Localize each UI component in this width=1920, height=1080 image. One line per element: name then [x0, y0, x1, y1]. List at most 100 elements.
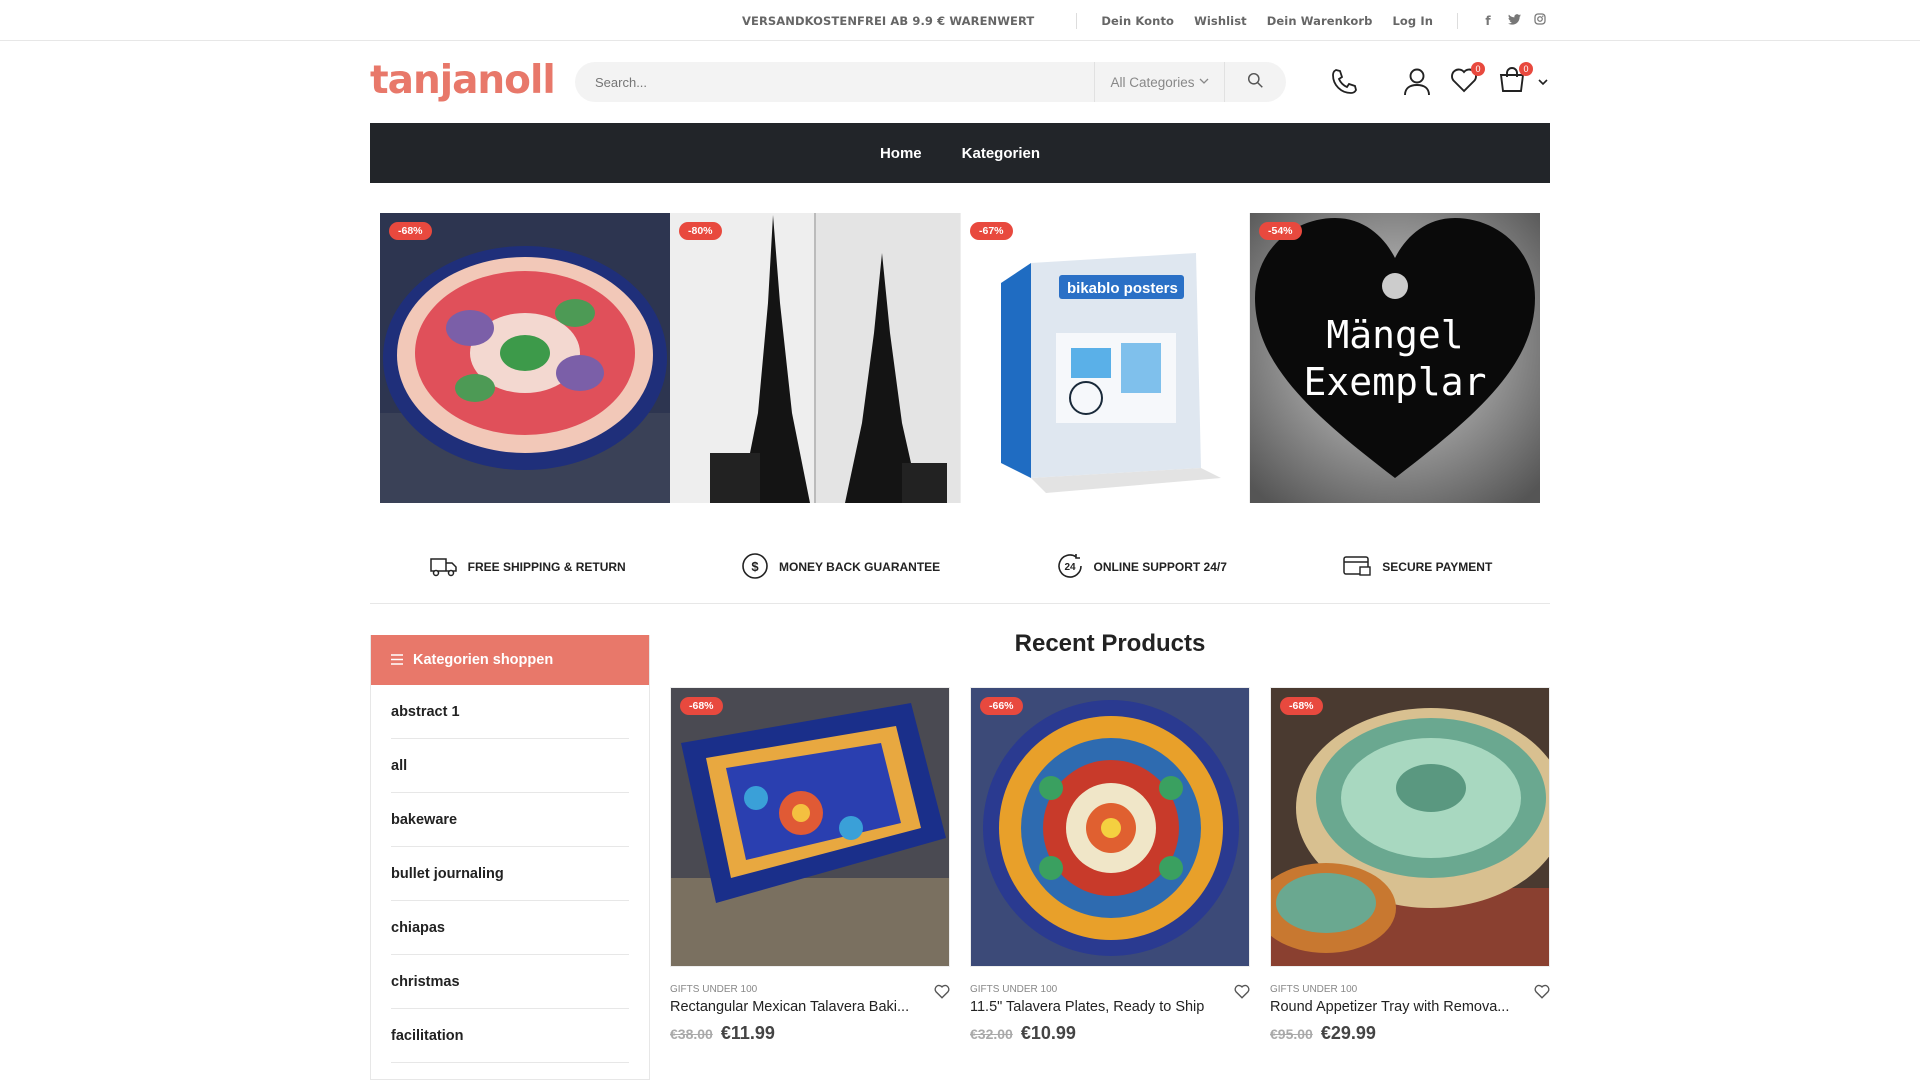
login-link[interactable]: Log In — [1392, 14, 1433, 28]
talavera-tray-image — [380, 213, 670, 503]
top-bar: VERSANDKOSTENFREI AB 9.9 € WARENWERT Dei… — [0, 0, 1920, 41]
discount-badge: -66% — [980, 697, 1023, 715]
sidebar-header[interactable]: Kategorien shoppen — [371, 635, 649, 685]
old-price: €38.00 — [670, 1026, 713, 1042]
product-image[interactable]: -66% — [970, 687, 1250, 967]
tower-print-image — [670, 213, 960, 503]
nav-item-home[interactable]: Home — [880, 145, 922, 162]
promo-banners: -68% -80% -67% bikablo posters -54% Mäng… — [380, 213, 1541, 503]
search-input[interactable] — [575, 62, 1094, 102]
divider — [1457, 12, 1458, 29]
feature-label: FREE SHIPPING & RETURN — [467, 560, 626, 574]
product-prices: €38.00 €11.99 — [670, 1023, 950, 1044]
support-24-icon: 24 — [1056, 552, 1084, 583]
product-card: -66% GIFTS UNDER 100 11.5" Talavera Plat… — [970, 687, 1250, 1044]
site-logo[interactable]: tanjanoll — [370, 58, 556, 103]
product-image[interactable]: -68% — [670, 687, 950, 967]
feature-label: SECURE PAYMENT — [1382, 560, 1493, 574]
discount-badge: -67% — [970, 222, 1013, 240]
price: €29.99 — [1320, 1023, 1376, 1043]
user-icon[interactable] — [1401, 64, 1433, 100]
feature-payment: SECURE PAYMENT — [1342, 554, 1492, 581]
sidebar-item-all[interactable]: all — [391, 739, 629, 793]
bikablo-brand-text: bikablo posters — [1067, 280, 1178, 297]
truck-icon — [428, 555, 458, 580]
category-sidebar: Kategorien shoppen abstract 1 all bakewa… — [370, 635, 650, 1080]
cart-count-badge: 0 — [1519, 62, 1533, 76]
features-bar: FREE SHIPPING & RETURN $ MONEY BACK GUAR… — [370, 548, 1550, 586]
sidebar-item-abstract-1[interactable]: abstract 1 — [391, 685, 629, 739]
section-title: Recent Products — [1014, 630, 1206, 657]
product-name[interactable]: Rectangular Mexican Talavera Baki... — [670, 999, 920, 1015]
sidebar-item-christmas[interactable]: christmas — [391, 955, 629, 1009]
banner-talavera-tray[interactable]: -68% — [380, 213, 670, 503]
search-bar: All Categories — [575, 62, 1286, 102]
heart-icon[interactable] — [1234, 984, 1250, 1003]
product-image[interactable]: -68% — [1270, 687, 1550, 967]
appetizer-tray-image — [1271, 688, 1549, 966]
feature-label: ONLINE SUPPORT 24/7 — [1093, 560, 1227, 574]
old-price: €32.00 — [970, 1026, 1013, 1042]
category-select-label: All Categories — [1110, 74, 1195, 90]
main-nav: Home Kategorien — [370, 123, 1550, 183]
product-card: -68% GIFTS UNDER 100 Round Appetizer Tra… — [1270, 687, 1550, 1044]
divider — [370, 603, 1550, 604]
banner-tower-print[interactable]: -80% — [670, 213, 960, 503]
cart-link[interactable]: Dein Warenkorb — [1267, 14, 1373, 28]
cart-button[interactable]: 0 — [1497, 62, 1533, 100]
heart-tag-image: Mängel Exemplar — [1250, 213, 1540, 503]
account-link[interactable]: Dein Konto — [1101, 14, 1174, 28]
bikablo-box-image: bikablo posters — [961, 213, 1249, 503]
wishlist-link[interactable]: Wishlist — [1194, 14, 1247, 28]
price: €10.99 — [1020, 1023, 1076, 1043]
feature-shipping: FREE SHIPPING & RETURN — [428, 555, 626, 580]
phone-icon[interactable] — [1328, 64, 1360, 100]
banner-bikablo-posters[interactable]: -67% bikablo posters — [960, 213, 1250, 503]
svg-text:24: 24 — [1064, 562, 1076, 573]
chevron-down-icon — [1199, 77, 1209, 88]
divider — [1076, 12, 1078, 29]
discount-badge: -80% — [679, 222, 722, 240]
discount-badge: -68% — [389, 222, 432, 240]
dollar-circle-icon: $ — [741, 552, 769, 583]
sidebar-item-bullet-journaling[interactable]: bullet journaling — [391, 847, 629, 901]
feature-money-back: $ MONEY BACK GUARANTEE — [741, 552, 940, 583]
facebook-icon[interactable]: f — [1478, 14, 1498, 28]
sidebar-item-bakeware[interactable]: bakeware — [391, 793, 629, 847]
product-category[interactable]: GIFTS UNDER 100 — [970, 984, 1250, 995]
discount-badge: -54% — [1259, 222, 1302, 240]
search-button[interactable] — [1224, 62, 1286, 102]
product-category[interactable]: GIFTS UNDER 100 — [1270, 984, 1550, 995]
menu-bars-icon — [391, 652, 403, 668]
maengel-text: Mängel — [1326, 313, 1463, 357]
banner-maengel-exemplar[interactable]: -54% Mängel Exemplar — [1250, 213, 1540, 503]
heart-icon[interactable] — [1534, 984, 1550, 1003]
old-price: €95.00 — [1270, 1026, 1313, 1042]
feature-label: MONEY BACK GUARANTEE — [779, 560, 941, 574]
price: €11.99 — [720, 1023, 775, 1043]
talavera-baking-dish-image — [671, 688, 949, 966]
card-icon — [1342, 554, 1372, 581]
product-name[interactable]: Round Appetizer Tray with Remova... — [1270, 999, 1520, 1015]
wishlist-button[interactable]: 0 — [1449, 62, 1485, 100]
svg-text:$: $ — [751, 559, 759, 574]
product-category[interactable]: GIFTS UNDER 100 — [670, 984, 950, 995]
product-prices: €95.00 €29.99 — [1270, 1023, 1550, 1044]
sidebar-item-facilitation[interactable]: facilitation — [391, 1009, 629, 1063]
category-select[interactable]: All Categories — [1094, 62, 1224, 102]
sidebar-title: Kategorien shoppen — [413, 652, 554, 668]
exemplar-text: Exemplar — [1303, 360, 1486, 404]
product-card: -68% GIFTS UNDER 100 Rectangular Mexican… — [670, 687, 950, 1044]
heart-icon[interactable] — [934, 984, 950, 1003]
talavera-plate-image — [971, 688, 1249, 966]
wishlist-count-badge: 0 — [1471, 62, 1485, 76]
product-name[interactable]: 11.5" Talavera Plates, Ready to Ship — [970, 999, 1220, 1015]
sidebar-item-chiapas[interactable]: chiapas — [391, 901, 629, 955]
discount-badge: -68% — [680, 697, 723, 715]
instagram-icon[interactable] — [1530, 13, 1550, 28]
discount-badge: -68% — [1280, 697, 1323, 715]
shipping-notice: VERSANDKOSTENFREI AB 9.9 € WARENWERT — [742, 13, 1035, 28]
twitter-icon[interactable] — [1504, 13, 1524, 28]
cart-dropdown-chevron-icon[interactable] — [1536, 64, 1550, 100]
nav-item-kategorien[interactable]: Kategorien — [962, 145, 1040, 162]
